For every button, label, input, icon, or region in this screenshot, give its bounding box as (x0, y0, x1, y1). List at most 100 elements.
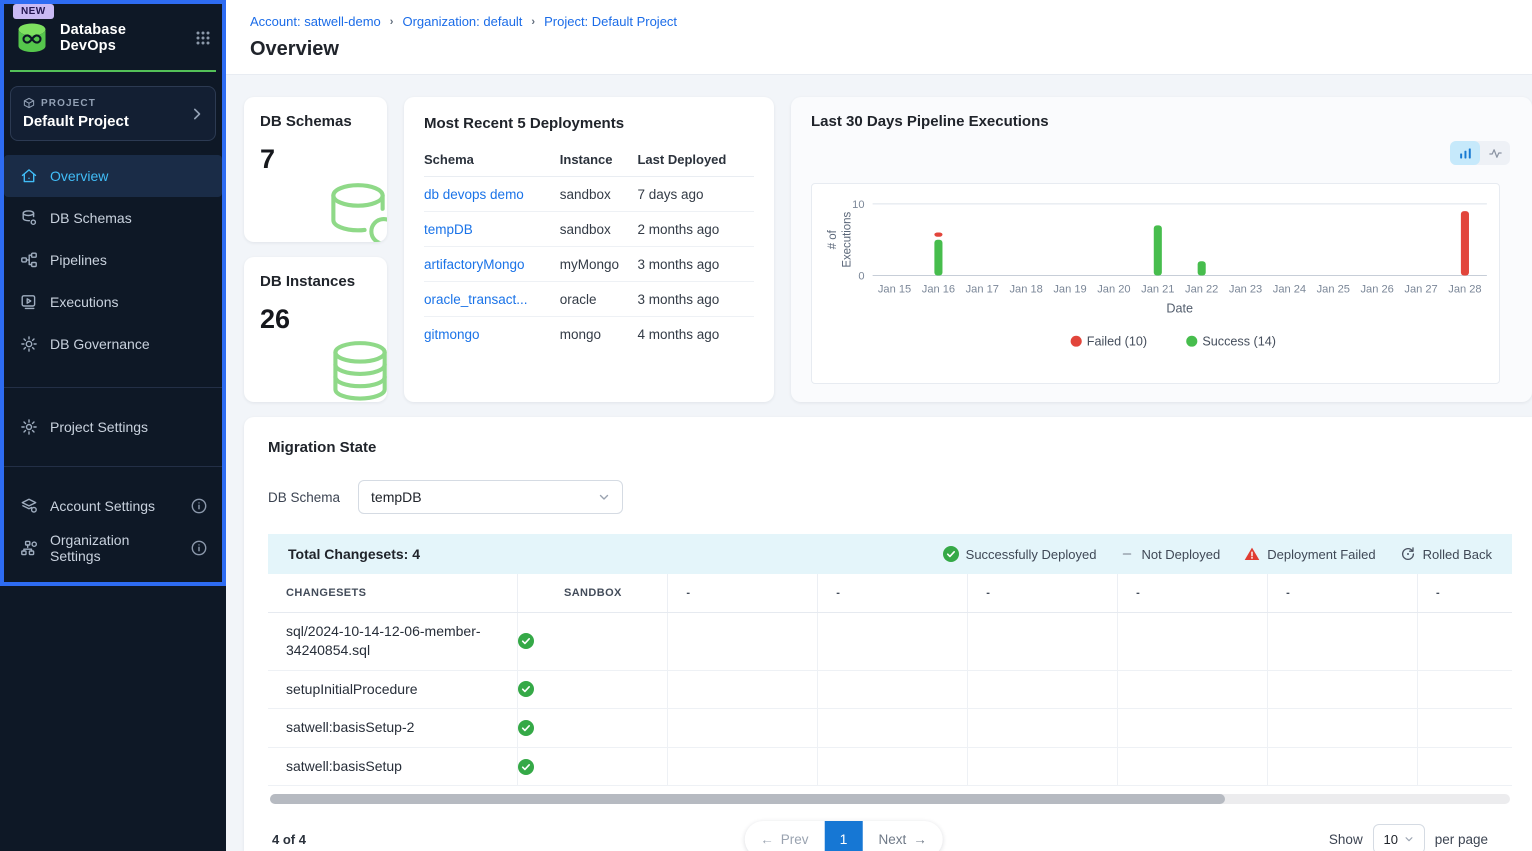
rolled-back-icon (1400, 546, 1416, 562)
apps-grid-icon[interactable] (194, 29, 212, 47)
stat-title: DB Schemas (260, 113, 371, 130)
sidebar-item-account-settings[interactable]: Account Settings (4, 485, 222, 527)
table-row: sql/2024-10-14-12-06-member-34240854.sql (268, 612, 1512, 670)
stat-value: 7 (260, 144, 371, 175)
success-check-icon (518, 681, 667, 697)
sidebar-nav-primary: Overview DB Schemas PipelinesExecutionsDB … (0, 155, 226, 365)
brand-divider (10, 70, 216, 72)
page-1-button[interactable]: 1 (825, 821, 863, 851)
svg-text:Jan 26: Jan 26 (1361, 284, 1394, 296)
status-legend: Successfully DeployedNot DeployedDeploym… (943, 546, 1492, 562)
instance-cell: sandbox (560, 212, 638, 247)
breadcrumb-separator: › (531, 16, 535, 28)
deployments-table: Schema Instance Last Deployed db devops … (424, 142, 754, 351)
line-chart-toggle-icon[interactable] (1480, 141, 1510, 165)
changesets-table: CHANGESETSSANDBOX------sql/2024-10-14-12… (268, 574, 1512, 786)
governance-gear-icon (20, 335, 38, 353)
main-area: Account: satwell-demo › Organization: de… (226, 0, 1532, 851)
database-single-icon (319, 178, 387, 242)
info-icon[interactable] (190, 497, 208, 515)
sidebar-item-organization-settings[interactable]: Organization Settings (4, 527, 222, 569)
legend-label: Successfully Deployed (966, 547, 1097, 562)
changeset-name: sql/2024-10-14-12-06-member-34240854.sql (268, 612, 518, 670)
empty-cell (1418, 612, 1512, 670)
chart-type-toggle (1450, 141, 1510, 165)
sidebar-item-project-settings[interactable]: Project Settings (4, 406, 222, 448)
column-header-last-deployed: Last Deployed (637, 142, 754, 177)
schema-link[interactable]: oracle_transact... (424, 292, 528, 307)
schema-cell: tempDB (424, 212, 560, 247)
breadcrumb-account[interactable]: Account: satwell-demo (250, 14, 381, 29)
breadcrumb-separator: › (390, 16, 394, 28)
page-size-value: 10 (1383, 832, 1397, 847)
empty-cell (1268, 709, 1418, 748)
page-size-select[interactable]: 10 (1373, 824, 1425, 851)
bar-chart-toggle-icon[interactable] (1450, 141, 1480, 165)
success-check-icon (518, 759, 667, 775)
app-logo-icon (14, 20, 50, 56)
legend-label: Rolled Back (1423, 547, 1492, 562)
svg-text:Jan 22: Jan 22 (1185, 284, 1218, 296)
prev-page-button[interactable]: ← Prev (744, 832, 824, 847)
cube-icon (23, 97, 35, 109)
schema-cell: gitmongo (424, 317, 560, 352)
schema-link[interactable]: tempDB (424, 222, 473, 237)
changeset-status-cell (518, 747, 668, 786)
changeset-status-cell (518, 670, 668, 709)
empty-cell (968, 612, 1118, 670)
success-check-icon (518, 720, 667, 736)
changeset-name: satwell:basisSetup-2 (268, 709, 518, 748)
pagination-summary: 4 of 4 (272, 832, 306, 847)
success-check-icon (943, 546, 959, 562)
svg-text:Jan 19: Jan 19 (1053, 284, 1086, 296)
pipeline-executions-chart: 010# ofExecutionsJan 15Jan 16Jan 17Jan 1… (812, 184, 1499, 383)
migration-state-card: Migration State DB Schema tempDB Total C… (244, 417, 1532, 851)
column-header-empty: - (818, 574, 968, 612)
next-page-button[interactable]: Next → (863, 832, 943, 847)
svg-text:Jan 28: Jan 28 (1448, 284, 1481, 296)
instance-cell: oracle (560, 282, 638, 317)
schema-link[interactable]: db devops demo (424, 187, 524, 202)
failed-warning-icon (1244, 546, 1260, 562)
sidebar-item-db-governance[interactable]: DB Governance (4, 323, 222, 365)
stat-value: 26 (260, 304, 371, 335)
table-row: tempDBsandbox2 months ago (424, 212, 754, 247)
column-header-empty: - (1268, 574, 1418, 612)
breadcrumb-organization[interactable]: Organization: default (402, 14, 522, 29)
schema-link[interactable]: gitmongo (424, 327, 480, 342)
svg-text:# of: # of (827, 229, 839, 249)
new-badge: NEW (13, 4, 54, 19)
empty-cell (1268, 747, 1418, 786)
content: DB Schemas 7 DB Instances 26 (226, 75, 1532, 851)
instance-cell: sandbox (560, 177, 638, 212)
page-title: Overview (250, 38, 1508, 61)
info-icon[interactable] (190, 539, 208, 557)
sidebar-item-overview[interactable]: Overview (4, 155, 222, 197)
sidebar-nav-secondary: Project Settings (0, 406, 226, 448)
db-schema-select[interactable]: tempDB (358, 480, 623, 514)
horizontal-scrollbar-thumb[interactable] (270, 794, 1225, 804)
per-page-label: per page (1435, 832, 1488, 847)
changeset-name: satwell:basisSetup (268, 747, 518, 786)
changeset-status-cell (518, 612, 668, 670)
app-title: Database DevOps (60, 22, 184, 54)
project-label: PROJECT (41, 98, 96, 109)
database-icon (20, 209, 38, 227)
svg-text:Jan 15: Jan 15 (878, 284, 911, 296)
breadcrumb-project[interactable]: Project: Default Project (544, 14, 677, 29)
empty-cell (1118, 747, 1268, 786)
project-selector[interactable]: PROJECT Default Project (10, 86, 216, 141)
sidebar-item-pipelines[interactable]: Pipelines (4, 239, 222, 281)
table-row: satwell:basisSetup (268, 747, 1512, 786)
sidebar-item-executions[interactable]: Executions (4, 281, 222, 323)
schema-cell: db devops demo (424, 177, 560, 212)
arrow-right-icon: → (913, 832, 927, 847)
org-hierarchy-icon (20, 539, 38, 557)
sidebar-nav-tertiary: Account SettingsOrganization Settings (0, 485, 226, 569)
migration-title: Migration State (268, 439, 1512, 456)
sidebar-item-db-schemas[interactable]: DB Schemas (4, 197, 222, 239)
sidebar-item-label: DB Schemas (50, 210, 132, 226)
legend-item: Rolled Back (1400, 546, 1492, 562)
column-header-empty: - (1118, 574, 1268, 612)
schema-link[interactable]: artifactoryMongo (424, 257, 525, 272)
